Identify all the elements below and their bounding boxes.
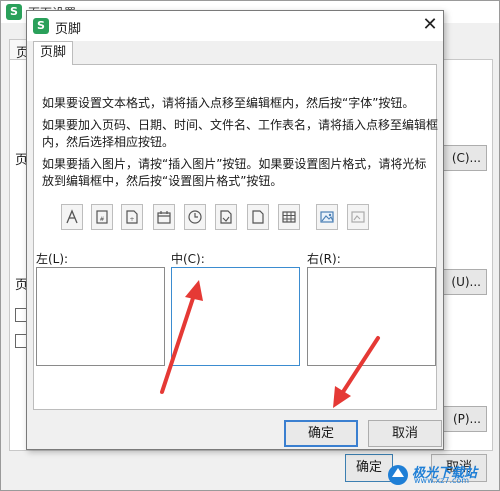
dialog-title: 页脚: [55, 22, 82, 37]
watermark-logo-icon: [388, 465, 408, 485]
insert-picture-icon[interactable]: [316, 204, 338, 230]
custom-footer-button[interactable]: (U)...: [441, 269, 487, 295]
svg-text:+: +: [129, 216, 134, 223]
center-section-editor[interactable]: [171, 267, 300, 366]
sheet-name-icon[interactable]: [278, 204, 300, 230]
right-section-label: 右(R):: [307, 252, 341, 266]
total-pages-icon[interactable]: +: [121, 204, 143, 230]
app-logo-icon: S: [33, 18, 49, 34]
watermark-url: www.xz7.com: [414, 476, 470, 485]
left-section-editor[interactable]: [36, 267, 165, 366]
footer-dialog-titlebar: S 页脚 ✕: [27, 11, 443, 41]
file-name-icon[interactable]: [247, 204, 269, 230]
file-path-icon[interactable]: [215, 204, 237, 230]
close-icon[interactable]: ✕: [419, 14, 441, 36]
date-icon[interactable]: [153, 204, 175, 230]
time-icon[interactable]: [184, 204, 206, 230]
center-section-label: 中(C):: [171, 252, 205, 266]
tab-footer[interactable]: 页脚: [33, 41, 73, 65]
page-number-icon[interactable]: #: [91, 204, 113, 230]
print-button[interactable]: (P)...: [441, 406, 487, 432]
custom-header-button[interactable]: (C)...: [441, 145, 487, 171]
app-logo-icon: S: [6, 4, 22, 20]
instruction-text: 如果要设置文本格式，请将插入点移至编辑框内，然后按“字体”按钮。: [42, 96, 415, 110]
instruction-text: 如果要插入图片，请按“插入图片”按钮。如果要设置图片格式，请将光标放到编辑框中，…: [42, 157, 427, 188]
ok-button[interactable]: 确定: [284, 420, 358, 447]
footer-dialog: S 页脚 ✕ 页脚 如果要设置文本格式，请将插入点移至编辑框内，然后按“字体”按…: [26, 10, 444, 450]
format-picture-icon[interactable]: [347, 204, 369, 230]
svg-text:#: #: [99, 216, 104, 223]
font-icon[interactable]: [61, 204, 83, 230]
footer-panel: 如果要设置文本格式，请将插入点移至编辑框内，然后按“字体”按钮。 如果要加入页码…: [33, 64, 439, 410]
left-section-label: 左(L):: [36, 252, 69, 266]
right-section-editor[interactable]: [307, 267, 436, 366]
instruction-text: 如果要加入页码、日期、时间、文件名、工作表名，请将插入点移至编辑框内，然后选择相…: [42, 118, 439, 149]
watermark: 极光下载站 www.xz7.com: [384, 462, 496, 488]
cancel-button[interactable]: 取消: [368, 420, 442, 447]
